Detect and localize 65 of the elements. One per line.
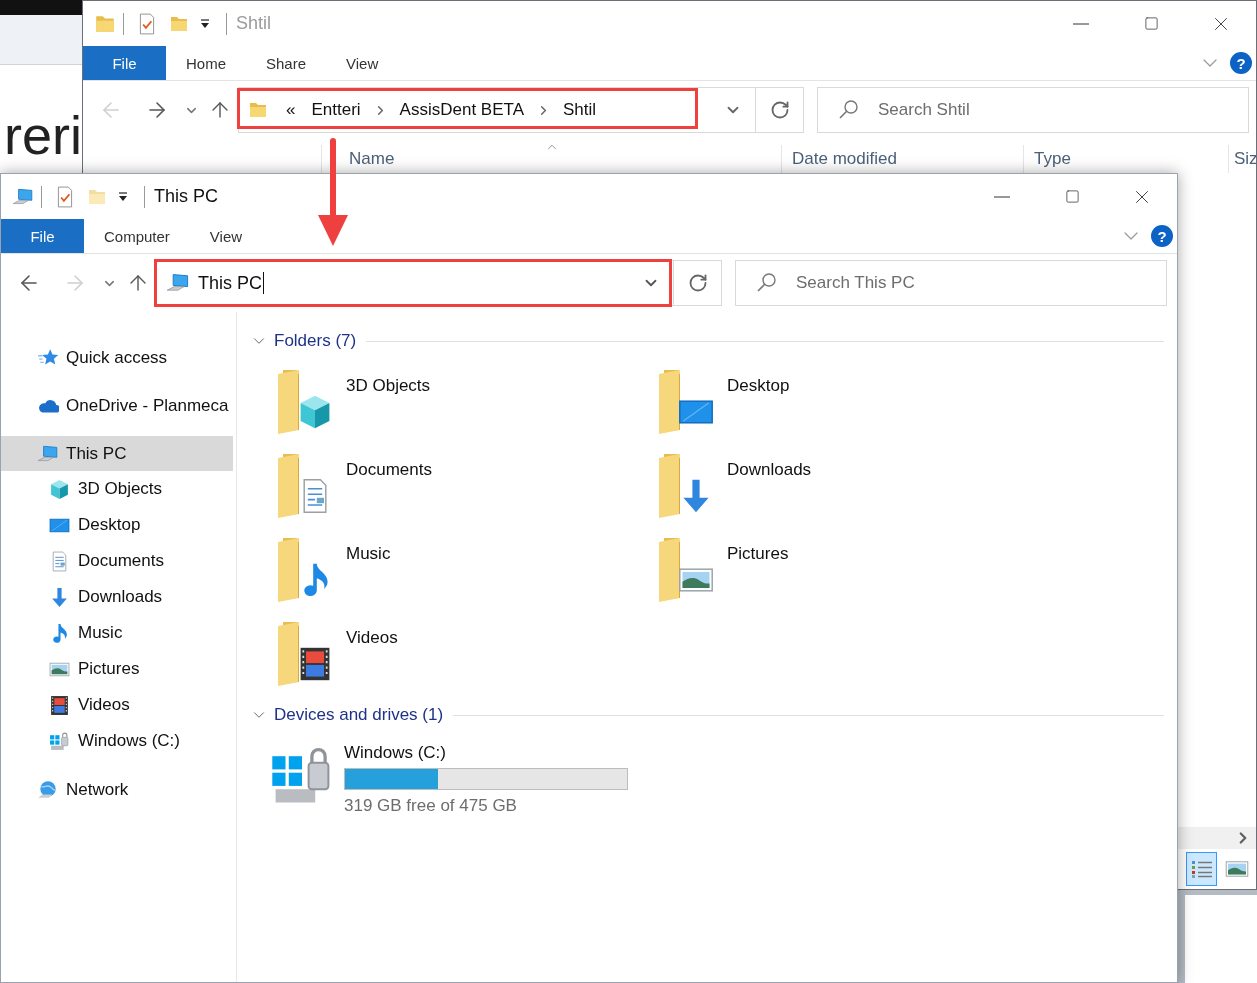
sidebar-item[interactable]: OneDrive - Planmeca: [1, 388, 233, 423]
refresh-icon: [769, 100, 790, 120]
drive-icon: [49, 730, 70, 752]
details-view-icon: [1190, 859, 1213, 879]
refresh-button[interactable]: [756, 87, 804, 133]
breadcrumb[interactable]: Shtil: [559, 100, 601, 120]
sidebar-item[interactable]: Network: [1, 772, 233, 807]
sidebar-item[interactable]: Documents: [1, 543, 233, 579]
folder-icon: [248, 100, 268, 120]
search-field[interactable]: Search Shtil: [817, 87, 1249, 133]
breadcrumb[interactable]: AssisDent BETA: [395, 100, 528, 120]
ribbon-tab[interactable]: Share: [246, 46, 327, 80]
folder-name[interactable]: 3D Objects: [346, 369, 431, 396]
search-icon: [838, 99, 860, 121]
help-button[interactable]: ?: [1151, 225, 1173, 247]
sidebar-item[interactable]: Pictures: [1, 651, 233, 687]
sidebar-item[interactable]: Music: [1, 615, 233, 651]
maximize-icon: [1143, 16, 1159, 31]
sidebar-item[interactable]: This PC: [1, 436, 233, 471]
folder-name[interactable]: Videos: [346, 621, 398, 648]
sidebar-item[interactable]: Quick access: [1, 340, 233, 375]
film-icon: [49, 694, 70, 716]
ribbon-tab[interactable]: View: [326, 46, 399, 80]
folder-name[interactable]: Desktop: [727, 369, 790, 396]
network-icon: [37, 778, 59, 801]
maximize-icon: [1064, 189, 1080, 204]
column-header[interactable]: Siz: [1228, 145, 1256, 173]
folder-monitor-icon: [658, 369, 714, 435]
drive-name[interactable]: Windows (C:): [344, 743, 628, 763]
dropdown-icon[interactable]: [117, 190, 129, 203]
window-title: This PC: [154, 186, 218, 207]
search-field[interactable]: Search This PC: [735, 260, 1167, 306]
minimize-icon: [1073, 22, 1089, 25]
file-tab[interactable]: File: [83, 46, 166, 80]
dropdown-icon[interactable]: [199, 17, 211, 30]
address-bar[interactable]: « Entteri AssisDent BETA Shtil: [238, 87, 756, 133]
horizontal-scrollbar[interactable]: [1178, 827, 1256, 849]
group-header[interactable]: Devices and drives (1): [250, 705, 444, 725]
minimize-icon: [994, 195, 1010, 198]
partial-heading: reri: [3, 105, 82, 165]
refresh-icon: [687, 273, 708, 293]
sidebar-item[interactable]: Videos: [1, 687, 233, 723]
breadcrumb[interactable]: Entteri: [307, 100, 365, 120]
folder-name[interactable]: Documents: [346, 453, 432, 480]
refresh-button[interactable]: [674, 260, 722, 306]
sidebar-item[interactable]: Windows (C:): [1, 723, 233, 759]
ribbon-tab[interactable]: Home: [166, 46, 246, 80]
details-view-button[interactable]: [1186, 852, 1217, 886]
free-space: 319 GB free of 475 GB: [344, 796, 518, 816]
folder-landscape-icon: [658, 537, 714, 603]
help-button[interactable]: ?: [1230, 52, 1252, 74]
folder-name[interactable]: Downloads: [727, 453, 812, 480]
window-title: Shtil: [236, 13, 271, 34]
folder-name[interactable]: Pictures: [727, 537, 789, 564]
folder-name[interactable]: Music: [346, 537, 391, 564]
sidebar-item[interactable]: Downloads: [1, 579, 233, 615]
group-header[interactable]: Folders (7): [250, 331, 357, 351]
ribbon-tab[interactable]: Computer: [84, 219, 190, 253]
file-tab[interactable]: File: [1, 219, 84, 253]
sidebar-item[interactable]: 3D Objects: [1, 471, 233, 507]
overflow-button[interactable]: «: [282, 100, 300, 120]
ribbon-tab[interactable]: View: [189, 219, 263, 253]
cube-icon: [49, 478, 70, 500]
search-icon: [756, 272, 778, 294]
sidebar-item[interactable]: Desktop: [1, 507, 233, 543]
